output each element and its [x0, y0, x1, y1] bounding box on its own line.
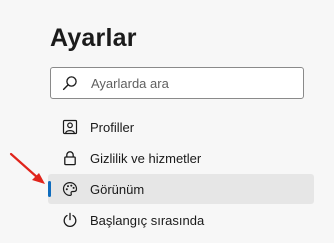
- profile-icon: [61, 118, 79, 136]
- settings-nav: Profiller Gizlilik ve hizmetler Görünüm …: [48, 112, 314, 236]
- nav-item-profiles[interactable]: Profiller: [48, 112, 314, 142]
- nav-item-label: Görünüm: [90, 181, 145, 197]
- search-input[interactable]: [91, 75, 291, 91]
- palette-icon: [61, 180, 79, 198]
- active-indicator: [48, 181, 51, 197]
- nav-item-privacy[interactable]: Gizlilik ve hizmetler: [48, 143, 314, 173]
- settings-sidebar: Ayarlar Profiller: [0, 0, 334, 243]
- power-icon: [61, 211, 79, 229]
- nav-item-label: Başlangıç sırasında: [90, 212, 205, 228]
- nav-item-startup[interactable]: Başlangıç sırasında: [48, 205, 314, 235]
- lock-icon: [61, 149, 79, 167]
- page-title: Ayarlar: [50, 24, 137, 52]
- nav-item-appearance[interactable]: Görünüm: [48, 174, 314, 204]
- nav-item-label: Gizlilik ve hizmetler: [90, 150, 202, 166]
- annotation-arrow-icon: [9, 152, 45, 184]
- search-icon: [61, 74, 79, 92]
- nav-item-label: Profiller: [90, 119, 135, 135]
- search-box[interactable]: [50, 67, 304, 99]
